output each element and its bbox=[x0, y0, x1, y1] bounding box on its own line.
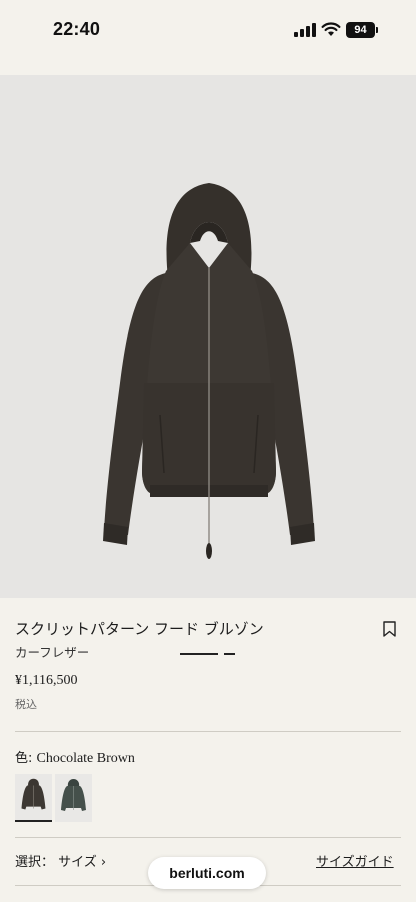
color-value: Chocolate Brown bbox=[36, 751, 135, 766]
browser-url-pill[interactable]: berluti.com bbox=[148, 857, 266, 889]
product-name: スクリットパターン フード ブルゾン bbox=[15, 620, 264, 638]
wifi-icon bbox=[321, 22, 341, 36]
jacket-thumbnail-green bbox=[61, 779, 86, 811]
product-price: ¥1,116,500 bbox=[15, 673, 78, 688]
carousel-indicator-active[interactable] bbox=[180, 653, 218, 655]
divider bbox=[15, 731, 401, 732]
color-swatch-green[interactable] bbox=[55, 774, 92, 822]
status-time: 22:40 bbox=[53, 19, 101, 39]
product-image[interactable] bbox=[0, 75, 416, 655]
size-select-button[interactable]: 選択： サイズ › bbox=[15, 851, 106, 870]
color-selector-label: 色: Chocolate Brown bbox=[15, 747, 135, 767]
product-material: カーフレザー bbox=[15, 645, 90, 660]
status-bar: 22:40 94 bbox=[0, 0, 416, 58]
color-label: 色: bbox=[15, 751, 37, 766]
battery-nub bbox=[376, 27, 378, 33]
battery-icon: 94 bbox=[346, 22, 375, 38]
size-guide-link[interactable]: サイズガイド bbox=[316, 851, 394, 870]
cellular-signal-icon bbox=[294, 23, 316, 37]
tax-note: 税込 bbox=[15, 698, 37, 711]
bookmark-icon[interactable] bbox=[383, 621, 396, 637]
carousel-indicator[interactable] bbox=[224, 653, 235, 655]
divider bbox=[15, 837, 401, 838]
color-swatch-chocolate-brown[interactable] bbox=[15, 774, 52, 822]
jacket-thumbnail-brown bbox=[21, 778, 46, 810]
jacket-image bbox=[103, 183, 315, 559]
